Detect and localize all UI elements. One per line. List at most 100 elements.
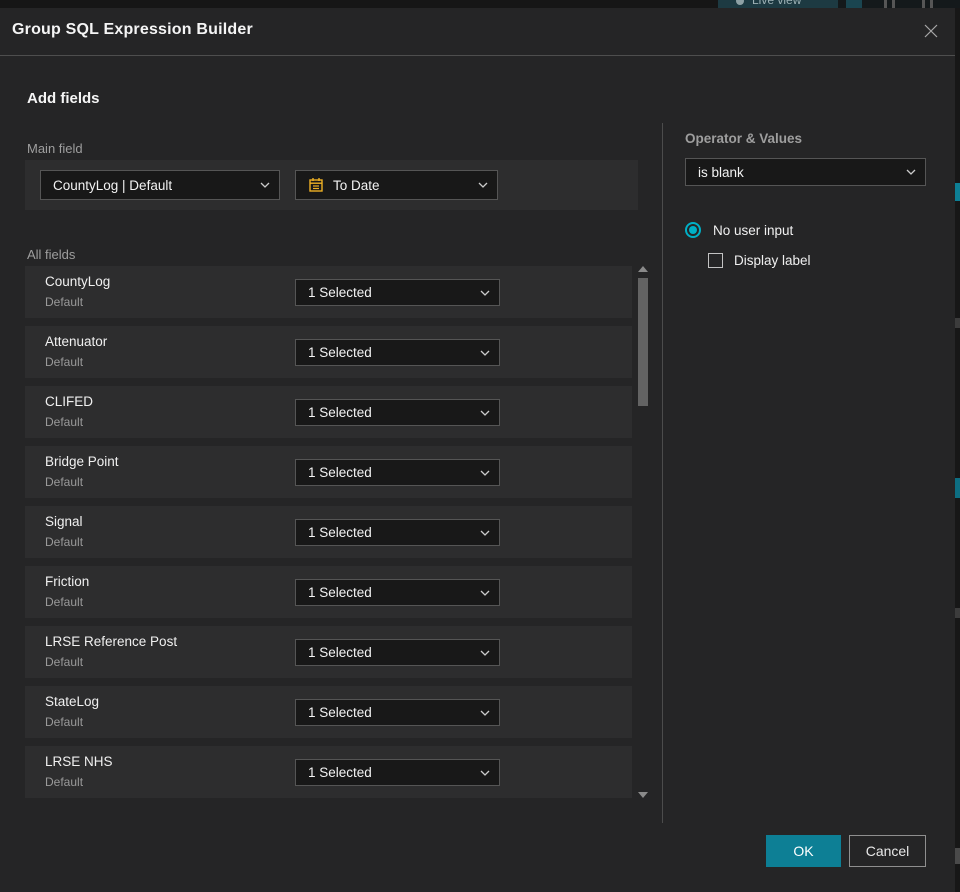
add-fields-heading: Add fields xyxy=(27,90,100,107)
main-field-dropdown-value: CountyLog | Default xyxy=(53,177,173,193)
chevron-down-icon xyxy=(260,182,270,188)
live-view-dot-icon xyxy=(736,0,744,5)
field-name: LRSE Reference Post xyxy=(45,634,178,649)
chevron-down-icon xyxy=(480,710,490,716)
field-subtitle: Default xyxy=(45,355,84,369)
field-selection-value: 1 Selected xyxy=(308,765,372,780)
background-app-right-strip xyxy=(955,8,960,892)
background-edge-highlight xyxy=(955,478,960,498)
panel-divider xyxy=(662,123,663,823)
no-user-input-label: No user input xyxy=(713,222,794,238)
all-fields-label: All fields xyxy=(27,247,76,262)
display-label-label: Display label xyxy=(734,253,811,268)
group-sql-expression-builder-dialog: Group SQL Expression Builder Add fields … xyxy=(0,8,955,892)
scrollbar-thumb[interactable] xyxy=(638,278,648,406)
background-edge-fragment xyxy=(955,848,960,864)
dialog-title: Group SQL Expression Builder xyxy=(12,21,253,38)
background-toolbar-mark xyxy=(930,0,933,8)
scroll-down-icon[interactable] xyxy=(638,792,648,798)
field-name: Friction xyxy=(45,574,90,589)
field-selection-dropdown[interactable]: 1 Selected xyxy=(295,519,500,546)
main-field-box: CountyLog | Default To Date xyxy=(25,160,638,210)
date-dropdown-value: To Date xyxy=(333,177,380,193)
field-selection-dropdown[interactable]: 1 Selected xyxy=(295,279,500,306)
no-user-input-radio[interactable]: No user input xyxy=(685,222,793,238)
background-toolbar-mark xyxy=(884,0,887,8)
chevron-down-icon xyxy=(906,169,916,175)
close-icon[interactable] xyxy=(920,20,942,42)
chevron-down-icon xyxy=(480,410,490,416)
display-label-checkbox[interactable]: Display label xyxy=(708,253,811,268)
chevron-down-icon xyxy=(478,182,488,188)
field-row: Attenuator Default 1 Selected xyxy=(25,326,632,378)
background-toolbar-button xyxy=(846,0,862,8)
field-subtitle: Default xyxy=(45,295,84,309)
field-selection-dropdown[interactable]: 1 Selected xyxy=(295,579,500,606)
background-toolbar-segment xyxy=(0,0,718,8)
field-subtitle: Default xyxy=(45,775,84,789)
field-selection-value: 1 Selected xyxy=(308,465,372,480)
field-selection-dropdown[interactable]: 1 Selected xyxy=(295,459,500,486)
field-selection-dropdown[interactable]: 1 Selected xyxy=(295,639,500,666)
field-row: Friction Default 1 Selected xyxy=(25,566,632,618)
field-row: Bridge Point Default 1 Selected xyxy=(25,446,632,498)
list-scrollbar[interactable] xyxy=(638,264,648,800)
field-name: StateLog xyxy=(45,694,100,709)
operator-dropdown[interactable]: is blank xyxy=(685,158,926,186)
chevron-down-icon xyxy=(480,470,490,476)
chevron-down-icon xyxy=(480,530,490,536)
date-field-dropdown[interactable]: To Date xyxy=(295,170,498,200)
field-name: Bridge Point xyxy=(45,454,119,469)
field-selection-dropdown[interactable]: 1 Selected xyxy=(295,399,500,426)
chevron-down-icon xyxy=(480,350,490,356)
field-name: CLIFED xyxy=(45,394,94,409)
background-edge-fragment xyxy=(955,318,960,328)
field-selection-dropdown[interactable]: 1 Selected xyxy=(295,759,500,786)
background-edge-highlight xyxy=(955,183,960,201)
field-name: Attenuator xyxy=(45,334,108,349)
main-field-dropdown[interactable]: CountyLog | Default xyxy=(40,170,280,200)
field-selection-dropdown[interactable]: 1 Selected xyxy=(295,339,500,366)
background-toolbar-mark xyxy=(892,0,895,8)
scroll-up-icon[interactable] xyxy=(638,266,648,272)
operator-values-heading: Operator & Values xyxy=(685,131,803,146)
chevron-down-icon xyxy=(480,290,490,296)
field-subtitle: Default xyxy=(45,715,84,729)
main-field-label: Main field xyxy=(27,141,83,156)
field-subtitle: Default xyxy=(45,595,84,609)
live-view-label: Live view xyxy=(752,0,802,7)
field-subtitle: Default xyxy=(45,535,84,549)
field-selection-value: 1 Selected xyxy=(308,645,372,660)
operator-dropdown-value: is blank xyxy=(698,164,744,180)
field-subtitle: Default xyxy=(45,415,84,429)
chevron-down-icon xyxy=(480,770,490,776)
ok-button[interactable]: OK xyxy=(766,835,841,867)
field-subtitle: Default xyxy=(45,655,84,669)
chevron-down-icon xyxy=(480,650,490,656)
field-name: CountyLog xyxy=(45,274,111,289)
field-selection-value: 1 Selected xyxy=(308,525,372,540)
field-selection-value: 1 Selected xyxy=(308,585,372,600)
field-row: LRSE NHS Default 1 Selected xyxy=(25,746,632,798)
field-row: LRSE Reference Post Default 1 Selected xyxy=(25,626,632,678)
field-row: CountyLog Default 1 Selected xyxy=(25,266,632,318)
background-toolbar-mark xyxy=(922,0,925,8)
field-selection-value: 1 Selected xyxy=(308,285,372,300)
background-app-top-strip: Live view xyxy=(0,0,960,8)
field-row: StateLog Default 1 Selected xyxy=(25,686,632,738)
field-selection-value: 1 Selected xyxy=(308,405,372,420)
field-row: CLIFED Default 1 Selected xyxy=(25,386,632,438)
field-subtitle: Default xyxy=(45,475,84,489)
field-name: LRSE NHS xyxy=(45,754,113,769)
field-row: Signal Default 1 Selected xyxy=(25,506,632,558)
radio-icon[interactable] xyxy=(685,222,701,238)
field-selection-value: 1 Selected xyxy=(308,345,372,360)
cancel-button[interactable]: Cancel xyxy=(849,835,926,867)
live-view-button[interactable]: Live view xyxy=(718,0,838,8)
checkbox-icon[interactable] xyxy=(708,253,723,268)
field-name: Signal xyxy=(45,514,83,529)
background-edge-fragment xyxy=(955,608,960,618)
field-selection-dropdown[interactable]: 1 Selected xyxy=(295,699,500,726)
chevron-down-icon xyxy=(480,590,490,596)
all-fields-list: CountyLog Default 1 Selected Attenuator … xyxy=(25,266,632,800)
